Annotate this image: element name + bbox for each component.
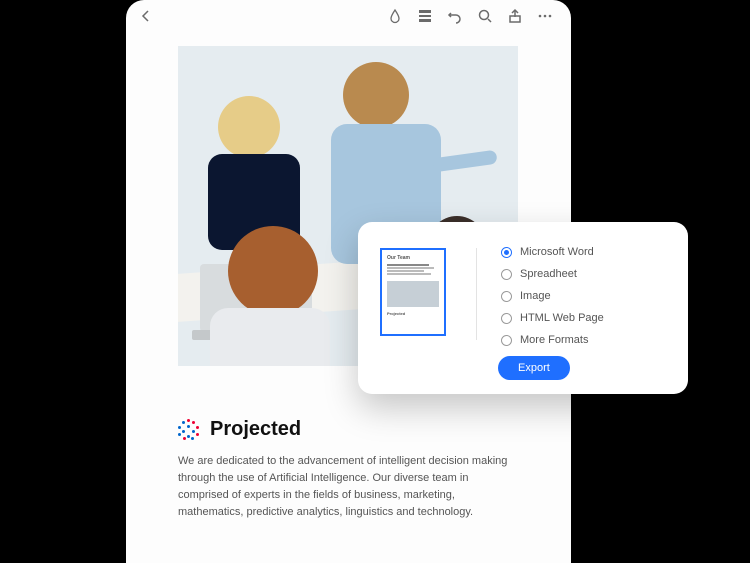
- export-button[interactable]: Export: [498, 356, 570, 380]
- brand-logo-icon: [178, 419, 200, 441]
- thumbnail-brand: Projected: [387, 311, 439, 316]
- layout-icon[interactable]: [417, 8, 433, 24]
- option-html[interactable]: HTML Web Page: [501, 312, 666, 324]
- option-label: Microsoft Word: [520, 246, 594, 258]
- option-more[interactable]: More Formats: [501, 334, 666, 346]
- radio-icon: [501, 269, 512, 280]
- undo-icon[interactable]: [447, 8, 463, 24]
- option-label: HTML Web Page: [520, 312, 604, 324]
- option-spreadsheet[interactable]: Spreadheet: [501, 268, 666, 280]
- option-label: Image: [520, 290, 551, 302]
- document-thumbnail[interactable]: Our Team Projected: [380, 248, 446, 336]
- export-panel: Our Team Projected Microsoft Word Spread…: [358, 222, 688, 394]
- back-icon[interactable]: [138, 8, 154, 24]
- brand-row: Projected: [178, 418, 519, 441]
- toolbar: [126, 0, 571, 32]
- drop-icon[interactable]: [387, 8, 403, 24]
- radio-icon: [501, 335, 512, 346]
- divider: [476, 248, 477, 340]
- share-icon[interactable]: [507, 8, 523, 24]
- radio-icon: [501, 247, 512, 258]
- more-icon[interactable]: [537, 8, 553, 24]
- radio-icon: [501, 291, 512, 302]
- option-label: More Formats: [520, 334, 588, 346]
- document-description: We are dedicated to the advancement of i…: [178, 453, 508, 521]
- radio-icon: [501, 313, 512, 324]
- option-label: Spreadheet: [520, 268, 577, 280]
- thumbnail-title: Our Team: [387, 255, 439, 261]
- brand-name: Projected: [210, 418, 301, 441]
- option-image[interactable]: Image: [501, 290, 666, 302]
- option-word[interactable]: Microsoft Word: [501, 246, 666, 258]
- search-icon[interactable]: [477, 8, 493, 24]
